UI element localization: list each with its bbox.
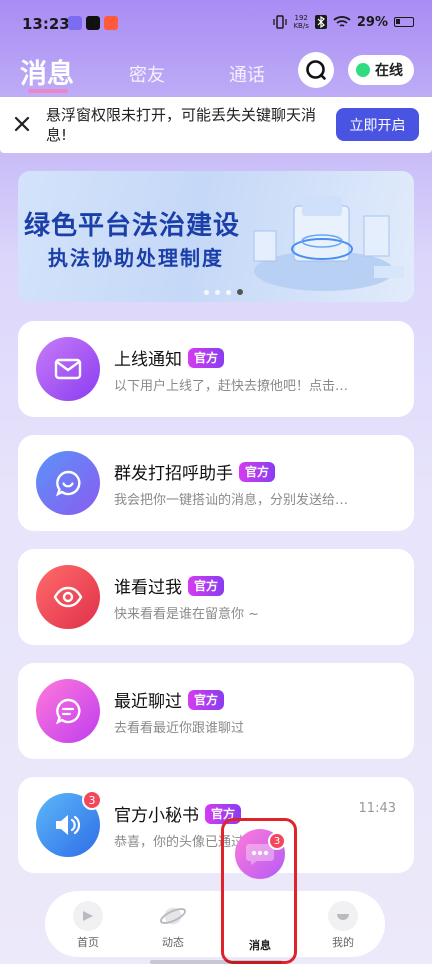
status-bar: 13:23 192 KB/s 29% (0, 0, 432, 48)
online-status-label: 在线 (375, 63, 403, 79)
close-icon[interactable] (12, 114, 32, 134)
net-speed: 192 KB/s (293, 14, 309, 30)
nav-profile[interactable]: 我的 (313, 891, 373, 957)
smile-chat-icon (55, 470, 81, 497)
recent-chats-avatar (36, 679, 100, 743)
top-nav: 消息 密友 通话 在线 (0, 48, 432, 96)
official-badge: 官方 (188, 575, 225, 596)
permission-notice: 悬浮窗权限未打开，可能丢失关键聊天消息! 立即开启 (0, 97, 432, 153)
home-indicator (150, 960, 282, 964)
unread-badge: 3 (82, 790, 102, 810)
battery-percent: 29% (356, 14, 388, 30)
app-notification-icon-2 (104, 16, 118, 30)
search-icon (306, 60, 326, 80)
carousel-dot (204, 289, 209, 295)
mail-icon (54, 358, 82, 380)
list-item[interactable]: 最近聊过 官方 去看看最近你跟谁聊过 (18, 663, 414, 759)
bluetooth-icon (314, 15, 327, 29)
list-item[interactable]: 上线通知 官方 以下用户上线了，赶快去撩他吧！点击… (18, 321, 414, 417)
nav-label: 动态 (162, 936, 184, 949)
carousel-dot (215, 289, 220, 295)
item-subtitle: 快来看看是谁在留意你 ~ (114, 607, 260, 622)
tab-messages[interactable]: 消息 (20, 52, 74, 93)
nav-messages-label: 消息 (249, 939, 271, 952)
official-badge: 官方 (188, 689, 225, 710)
building-illustration (253, 196, 404, 291)
list-item[interactable]: 群发打招呼助手 官方 我会把你一键搭讪的消息，分别发送给… (18, 435, 414, 531)
online-dot-icon (356, 63, 370, 77)
eye-icon (53, 586, 83, 608)
nav-label: 首页 (77, 936, 99, 949)
bottom-nav: 首页 动态 我的 (45, 891, 385, 957)
nav-label: 我的 (332, 936, 354, 949)
profile-icon (328, 901, 358, 931)
official-badge: 官方 (188, 347, 225, 368)
visitors-avatar (36, 565, 100, 629)
item-title: 最近聊过 官方 (114, 687, 225, 712)
carousel-dots (204, 289, 243, 295)
tab-calls[interactable]: 通话 (229, 61, 265, 87)
item-title: 官方小秘书 官方 (114, 801, 242, 826)
enable-now-button[interactable]: 立即开启 (336, 108, 419, 141)
tiktok-icon (86, 16, 100, 30)
list-item[interactable]: 谁看过我 官方 快来看看是谁在留意你 ~ (18, 549, 414, 645)
chat-lines-icon (55, 698, 81, 725)
item-title: 谁看过我 官方 (114, 573, 225, 598)
nav-home[interactable]: 首页 (58, 891, 118, 957)
battery-icon (394, 17, 414, 27)
nav-unread-badge: 3 (268, 832, 286, 850)
promo-subtitle: 执法协助处理制度 (48, 246, 224, 270)
wifi-icon (333, 16, 351, 27)
planet-icon (158, 901, 188, 931)
speaker-icon (56, 815, 81, 835)
tab-close-friends[interactable]: 密友 (129, 61, 165, 87)
greeting-avatar (36, 451, 100, 515)
list-item[interactable]: 3 官方小秘书 官方 11:43 恭喜，你的头像已通过审核！ (18, 777, 414, 873)
carousel-dot-active (237, 289, 243, 295)
status-app-icons (68, 16, 118, 30)
status-right: 192 KB/s 29% (273, 14, 414, 30)
nav-feed[interactable]: 动态 (143, 891, 203, 957)
carousel-dot (226, 289, 231, 295)
search-button[interactable] (298, 52, 334, 88)
online-status-toggle[interactable]: 在线 (348, 55, 414, 85)
status-time: 13:23 (22, 15, 70, 33)
promo-title: 绿色平台法治建设 (24, 211, 241, 241)
item-subtitle: 去看看最近你跟谁聊过 (114, 721, 245, 736)
item-subtitle: 我会把你一键搭讪的消息，分别发送给… (114, 493, 349, 508)
vibrate-icon (273, 15, 288, 29)
app-notification-icon (68, 16, 82, 30)
active-tab-indicator (28, 89, 68, 93)
home-icon (73, 901, 103, 931)
mail-avatar (36, 337, 100, 401)
official-badge: 官方 (205, 803, 242, 824)
item-subtitle: 以下用户上线了，赶快去撩他吧！点击… (114, 379, 349, 394)
promo-banner[interactable]: 绿色平台法治建设 执法协助处理制度 (18, 171, 414, 302)
item-title: 群发打招呼助手 官方 (114, 459, 276, 484)
item-title: 上线通知 官方 (114, 345, 225, 370)
item-time: 11:43 (358, 801, 396, 816)
notice-text: 悬浮窗权限未打开，可能丢失关键聊天消息! (46, 106, 317, 144)
official-badge: 官方 (239, 461, 276, 482)
